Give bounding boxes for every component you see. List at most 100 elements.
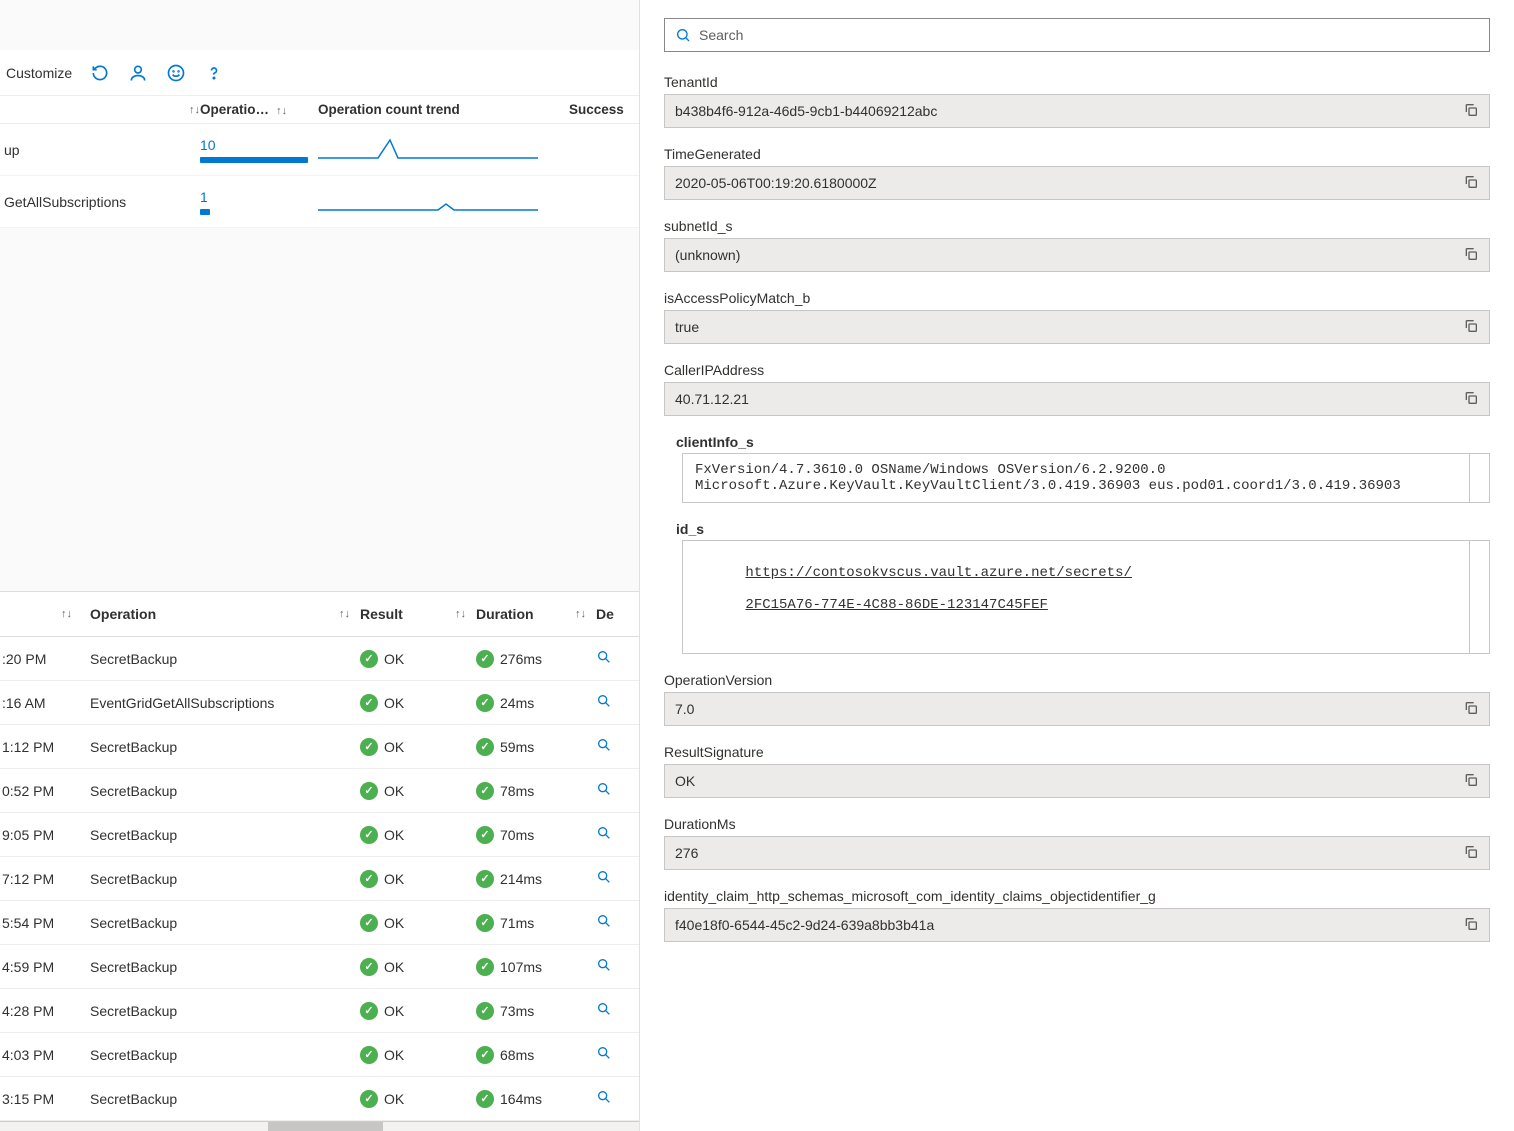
col-result[interactable]: Result [360, 606, 403, 622]
cell-operation: EventGridGetAllSubscriptions [90, 695, 360, 711]
field-label-identityclaim: identity_claim_http_schemas_microsoft_co… [664, 888, 1490, 904]
sort-icon[interactable]: ↑↓ [273, 105, 287, 117]
copy-icon[interactable] [1463, 844, 1479, 863]
col-operation[interactable]: Operation [90, 606, 156, 622]
toolbar: Customize [0, 50, 639, 96]
field-value-tenantid: b438b4f6-912a-46d5-9cb1-b44069212abc [664, 94, 1490, 128]
table-row[interactable]: :16 AM EventGridGetAllSubscriptions ✓OK … [0, 681, 639, 725]
help-icon[interactable] [204, 63, 224, 83]
col-details[interactable]: De [596, 606, 614, 622]
field-value-timegenerated: 2020-05-06T00:19:20.6180000Z [664, 166, 1490, 200]
cell-duration: 71ms [500, 915, 534, 931]
details-search-icon[interactable] [596, 913, 636, 932]
cell-result: OK [384, 959, 404, 975]
check-icon: ✓ [476, 1046, 494, 1064]
cell-operation: SecretBackup [90, 871, 360, 887]
check-icon: ✓ [360, 1046, 378, 1064]
table-row[interactable]: 3:15 PM SecretBackup ✓OK ✓164ms [0, 1077, 639, 1121]
details-search-icon[interactable] [596, 781, 636, 800]
table-row[interactable]: 4:03 PM SecretBackup ✓OK ✓68ms [0, 1033, 639, 1077]
details-search-icon[interactable] [596, 957, 636, 976]
details-search-icon[interactable] [596, 649, 636, 668]
check-icon: ✓ [476, 826, 494, 844]
smiley-icon[interactable] [166, 63, 186, 83]
check-icon: ✓ [476, 650, 494, 668]
cell-duration: 164ms [500, 1091, 542, 1107]
details-search-icon[interactable] [596, 1089, 636, 1108]
cell-duration: 73ms [500, 1003, 534, 1019]
copy-icon[interactable] [1463, 246, 1479, 265]
field-value-identityclaim: f40e18f0-6544-45c2-9d24-639a8bb3b41a [664, 908, 1490, 942]
details-search-icon[interactable] [596, 825, 636, 844]
customize-button[interactable]: Customize [6, 65, 72, 81]
check-icon: ✓ [476, 738, 494, 756]
details-search-icon[interactable] [596, 869, 636, 888]
table-row[interactable]: 1:12 PM SecretBackup ✓OK ✓59ms [0, 725, 639, 769]
field-label-resultsig: ResultSignature [664, 744, 1490, 760]
summary-row[interactable]: GetAllSubscriptions 1 [0, 176, 639, 228]
cell-duration: 70ms [500, 827, 534, 843]
field-value-callerip: 40.71.12.21 [664, 382, 1490, 416]
check-icon: ✓ [360, 738, 378, 756]
table-row[interactable]: 4:59 PM SecretBackup ✓OK ✓107ms [0, 945, 639, 989]
details-search-icon[interactable] [596, 1001, 636, 1020]
details-panel: Search TenantId b438b4f6-912a-46d5-9cb1-… [640, 0, 1514, 1131]
search-icon [675, 27, 691, 43]
cell-time: :16 AM [0, 695, 90, 711]
details-search-icon[interactable] [596, 1045, 636, 1064]
field-value-clientinfo: FxVersion/4.7.3610.0 OSName/Windows OSVe… [682, 453, 1490, 503]
sort-icon[interactable]: ↑↓ [61, 608, 82, 620]
cell-time: 4:28 PM [0, 1003, 90, 1019]
copy-icon[interactable] [1463, 102, 1479, 121]
field-value-opversion: 7.0 [664, 692, 1490, 726]
table-row[interactable]: 5:54 PM SecretBackup ✓OK ✓71ms [0, 901, 639, 945]
table-row[interactable]: 9:05 PM SecretBackup ✓OK ✓70ms [0, 813, 639, 857]
cell-operation: SecretBackup [90, 1047, 360, 1063]
horizontal-scrollbar[interactable] [0, 1121, 639, 1131]
field-label-clientinfo: clientInfo_s [676, 434, 1490, 450]
field-value-resultsig: OK [664, 764, 1490, 798]
field-label-accesspolicy: isAccessPolicyMatch_b [664, 290, 1490, 306]
check-icon: ✓ [360, 870, 378, 888]
copy-icon[interactable] [1463, 772, 1479, 791]
user-outline-icon[interactable] [128, 63, 148, 83]
table-row[interactable]: 7:12 PM SecretBackup ✓OK ✓214ms [0, 857, 639, 901]
table-row[interactable]: 0:52 PM SecretBackup ✓OK ✓78ms [0, 769, 639, 813]
details-search-icon[interactable] [596, 737, 636, 756]
field-value-durationms: 276 [664, 836, 1490, 870]
summary-row[interactable]: up 10 [0, 124, 639, 176]
check-icon: ✓ [360, 914, 378, 932]
check-icon: ✓ [360, 1090, 378, 1108]
cell-duration: 78ms [500, 783, 534, 799]
col-trend[interactable]: Operation count trend [318, 102, 460, 117]
sort-icon[interactable]: ↑↓ [455, 608, 476, 620]
check-icon: ✓ [476, 694, 494, 712]
table-row[interactable]: 4:28 PM SecretBackup ✓OK ✓73ms [0, 989, 639, 1033]
sort-icon[interactable]: ↑↓ [575, 608, 596, 620]
check-icon: ✓ [360, 782, 378, 800]
summary-count: 10 [200, 137, 318, 153]
col-success[interactable]: Success [569, 102, 624, 117]
col-duration[interactable]: Duration [476, 606, 534, 622]
sparkline [318, 136, 538, 160]
sort-icon[interactable]: ↑↓ [339, 608, 360, 620]
check-icon: ✓ [476, 1002, 494, 1020]
details-search-icon[interactable] [596, 693, 636, 712]
sort-icon[interactable]: ↑↓ [189, 104, 200, 116]
copy-icon[interactable] [1463, 700, 1479, 719]
field-label-timegenerated: TimeGenerated [664, 146, 1490, 162]
table-row[interactable]: :20 PM SecretBackup ✓OK ✓276ms [0, 637, 639, 681]
cell-operation: SecretBackup [90, 651, 360, 667]
search-input[interactable]: Search [664, 18, 1490, 52]
copy-icon[interactable] [1463, 318, 1479, 337]
cell-operation: SecretBackup [90, 739, 360, 755]
copy-icon[interactable] [1463, 174, 1479, 193]
check-icon: ✓ [360, 694, 378, 712]
copy-icon[interactable] [1463, 390, 1479, 409]
field-value-subnetid: (unknown) [664, 238, 1490, 272]
cell-duration: 214ms [500, 871, 542, 887]
copy-icon[interactable] [1463, 916, 1479, 935]
col-operation-count[interactable]: Operatio… [200, 102, 269, 117]
cell-result: OK [384, 871, 404, 887]
refresh-icon[interactable] [90, 63, 110, 83]
